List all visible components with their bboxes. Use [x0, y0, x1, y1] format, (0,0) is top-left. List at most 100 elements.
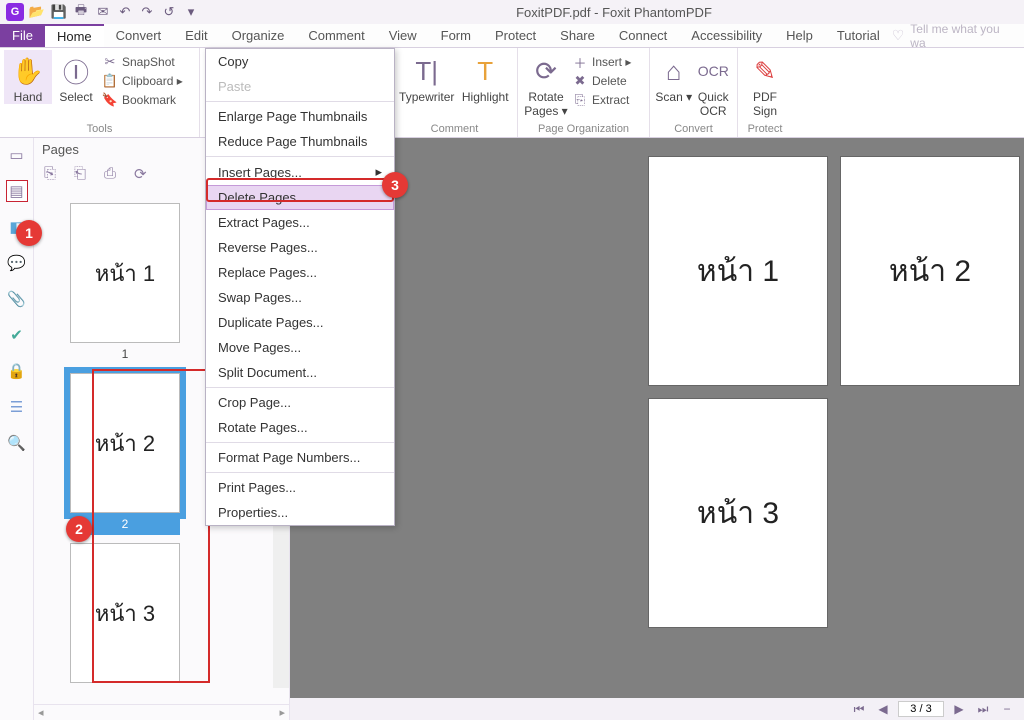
page-3[interactable]: หน้า 3	[648, 398, 828, 628]
ctx-split-document[interactable]: Split Document...	[206, 360, 394, 385]
tab-view[interactable]: View	[377, 24, 429, 47]
tab-organize[interactable]: Organize	[220, 24, 297, 47]
ctx-print-pages[interactable]: Print Pages...	[206, 475, 394, 500]
insert-page-icon[interactable]: ⎘	[44, 165, 56, 183]
convert-group-label: Convert	[654, 123, 733, 137]
attachments-panel-icon[interactable]: 📎	[6, 288, 28, 310]
delete-page-icon[interactable]: ⎗	[74, 165, 86, 183]
save-icon[interactable]: 💾	[50, 3, 68, 21]
prev-page-icon[interactable]: ◀	[874, 702, 892, 716]
tell-me-label: Tell me what you wa	[910, 22, 1016, 50]
scroll-left-icon[interactable]: ◂	[38, 706, 44, 719]
quick-ocr-button[interactable]: OCRQuick OCR	[694, 50, 734, 118]
pdf-sign-button[interactable]: ✎PDF Sign	[742, 50, 788, 118]
tab-tutorial[interactable]: Tutorial	[825, 24, 892, 47]
extract-page-icon[interactable]: ⎙	[104, 165, 116, 183]
ribbon: ✋ Hand Ⓘ Select ✂SnapShot 📋Clipboard ▸ 🔖…	[0, 48, 1024, 138]
sign-icon: ✎	[742, 52, 788, 90]
ctx-insert-pages[interactable]: Insert Pages...▸	[206, 159, 394, 185]
tab-file[interactable]: File	[0, 24, 45, 47]
signatures-panel-icon[interactable]: ✔	[6, 324, 28, 346]
comment-group-label: Comment	[396, 123, 513, 137]
first-page-icon[interactable]: ⏮	[850, 702, 868, 717]
ctx-reverse-pages[interactable]: Reverse Pages...	[206, 235, 394, 260]
app-logo-icon: G	[6, 3, 24, 21]
menubar: File Home Convert Edit Organize Comment …	[0, 24, 1024, 48]
next-page-icon[interactable]: ▶	[950, 702, 968, 716]
page-number-input[interactable]	[898, 701, 944, 717]
hand-small-icon[interactable]: ↺	[160, 3, 178, 21]
ctx-reduce-thumbs[interactable]: Reduce Page Thumbnails	[206, 129, 394, 154]
protect-group-label: Protect	[742, 123, 788, 137]
tab-connect[interactable]: Connect	[607, 24, 679, 47]
bookmark-button[interactable]: 🔖Bookmark	[100, 91, 185, 109]
document-canvas[interactable]: หน้า 1 หน้า 2 หน้า 3 ⏮ ◀ ▶ ⏭ −	[290, 138, 1024, 720]
ctx-rotate-pages[interactable]: Rotate Pages...	[206, 415, 394, 440]
thumbnail-3[interactable]: หน้า 3	[70, 543, 180, 683]
ctx-duplicate-pages[interactable]: Duplicate Pages...	[206, 310, 394, 335]
hand-label: Hand	[4, 90, 52, 104]
bookmarks-panel-icon[interactable]: ▭	[6, 144, 28, 166]
print-icon[interactable]: 🖶	[72, 3, 90, 21]
thumbnail-1[interactable]: หน้า 1	[70, 203, 180, 343]
fields-panel-icon[interactable]: ☰	[6, 396, 28, 418]
ctx-properties[interactable]: Properties...	[206, 500, 394, 525]
hand-button[interactable]: ✋ Hand	[4, 50, 52, 104]
ctx-format-page-numbers[interactable]: Format Page Numbers...	[206, 445, 394, 470]
select-button[interactable]: Ⓘ Select	[52, 50, 100, 104]
page-1[interactable]: หน้า 1	[648, 156, 828, 386]
snapshot-button[interactable]: ✂SnapShot	[100, 53, 185, 71]
email-icon[interactable]: ✉	[94, 3, 112, 21]
clipboard-button[interactable]: 📋Clipboard ▸	[100, 72, 185, 90]
comments-panel-icon[interactable]: 💬	[6, 252, 28, 274]
ctx-enlarge-thumbs[interactable]: Enlarge Page Thumbnails	[206, 104, 394, 129]
page-2[interactable]: หน้า 2	[840, 156, 1020, 386]
insert-pages-button[interactable]: ＋Insert ▸	[570, 53, 633, 71]
highlight-button[interactable]: THighlight	[457, 50, 513, 104]
ctx-swap-pages[interactable]: Swap Pages...	[206, 285, 394, 310]
tab-home[interactable]: Home	[45, 24, 104, 47]
typewriter-button[interactable]: T|Typewriter	[396, 50, 457, 104]
tab-convert[interactable]: Convert	[104, 24, 174, 47]
redo-icon[interactable]: ↷	[138, 3, 156, 21]
context-menu: Copy Paste Enlarge Page Thumbnails Reduc…	[205, 48, 395, 526]
extract-pages-button[interactable]: ⎘Extract	[570, 91, 633, 109]
callout-2: 2	[66, 516, 92, 542]
tab-edit[interactable]: Edit	[173, 24, 219, 47]
scroll-right-icon[interactable]: ▸	[279, 706, 285, 719]
tab-help[interactable]: Help	[774, 24, 825, 47]
open-icon[interactable]: 📂	[28, 3, 46, 21]
search-panel-icon[interactable]: 🔍	[6, 432, 28, 454]
ctx-crop-page[interactable]: Crop Page...	[206, 390, 394, 415]
tab-comment[interactable]: Comment	[296, 24, 376, 47]
snapshot-icon: ✂	[102, 54, 118, 70]
ctx-extract-pages[interactable]: Extract Pages...	[206, 210, 394, 235]
tab-share[interactable]: Share	[548, 24, 607, 47]
thumbnail-2[interactable]: หน้า 2	[70, 373, 180, 513]
last-page-icon[interactable]: ⏭	[974, 702, 992, 717]
insert-icon: ＋	[572, 54, 588, 70]
undo-icon[interactable]: ↶	[116, 3, 134, 21]
delete-pages-button[interactable]: ✖Delete	[570, 72, 633, 90]
tell-me-search[interactable]: ♡ Tell me what you wa	[892, 24, 1024, 47]
delete-icon: ✖	[572, 73, 588, 89]
ctx-delete-pages[interactable]: Delete Pages...	[206, 185, 394, 210]
pages-panel-icon[interactable]: ▤	[6, 180, 28, 202]
tab-accessibility[interactable]: Accessibility	[679, 24, 774, 47]
callout-3: 3	[382, 172, 408, 198]
ctx-replace-pages[interactable]: Replace Pages...	[206, 260, 394, 285]
security-panel-icon[interactable]: 🔒	[6, 360, 28, 382]
zoom-out-icon[interactable]: −	[998, 702, 1016, 716]
rotate-pages-button[interactable]: ⟳Rotate Pages ▾	[522, 50, 570, 118]
scan-button[interactable]: ⌂Scan ▾	[654, 50, 694, 104]
status-bar: ⏮ ◀ ▶ ⏭ −	[290, 698, 1024, 720]
select-label: Select	[52, 90, 100, 104]
callout-1: 1	[16, 220, 42, 246]
rotate-page-icon[interactable]: ⟳	[134, 165, 147, 183]
ctx-copy[interactable]: Copy	[206, 49, 394, 74]
tab-form[interactable]: Form	[429, 24, 483, 47]
tab-protect[interactable]: Protect	[483, 24, 548, 47]
ctx-move-pages[interactable]: Move Pages...	[206, 335, 394, 360]
typewriter-icon: T|	[396, 52, 457, 90]
dropdown-icon[interactable]: ▾	[182, 3, 200, 21]
